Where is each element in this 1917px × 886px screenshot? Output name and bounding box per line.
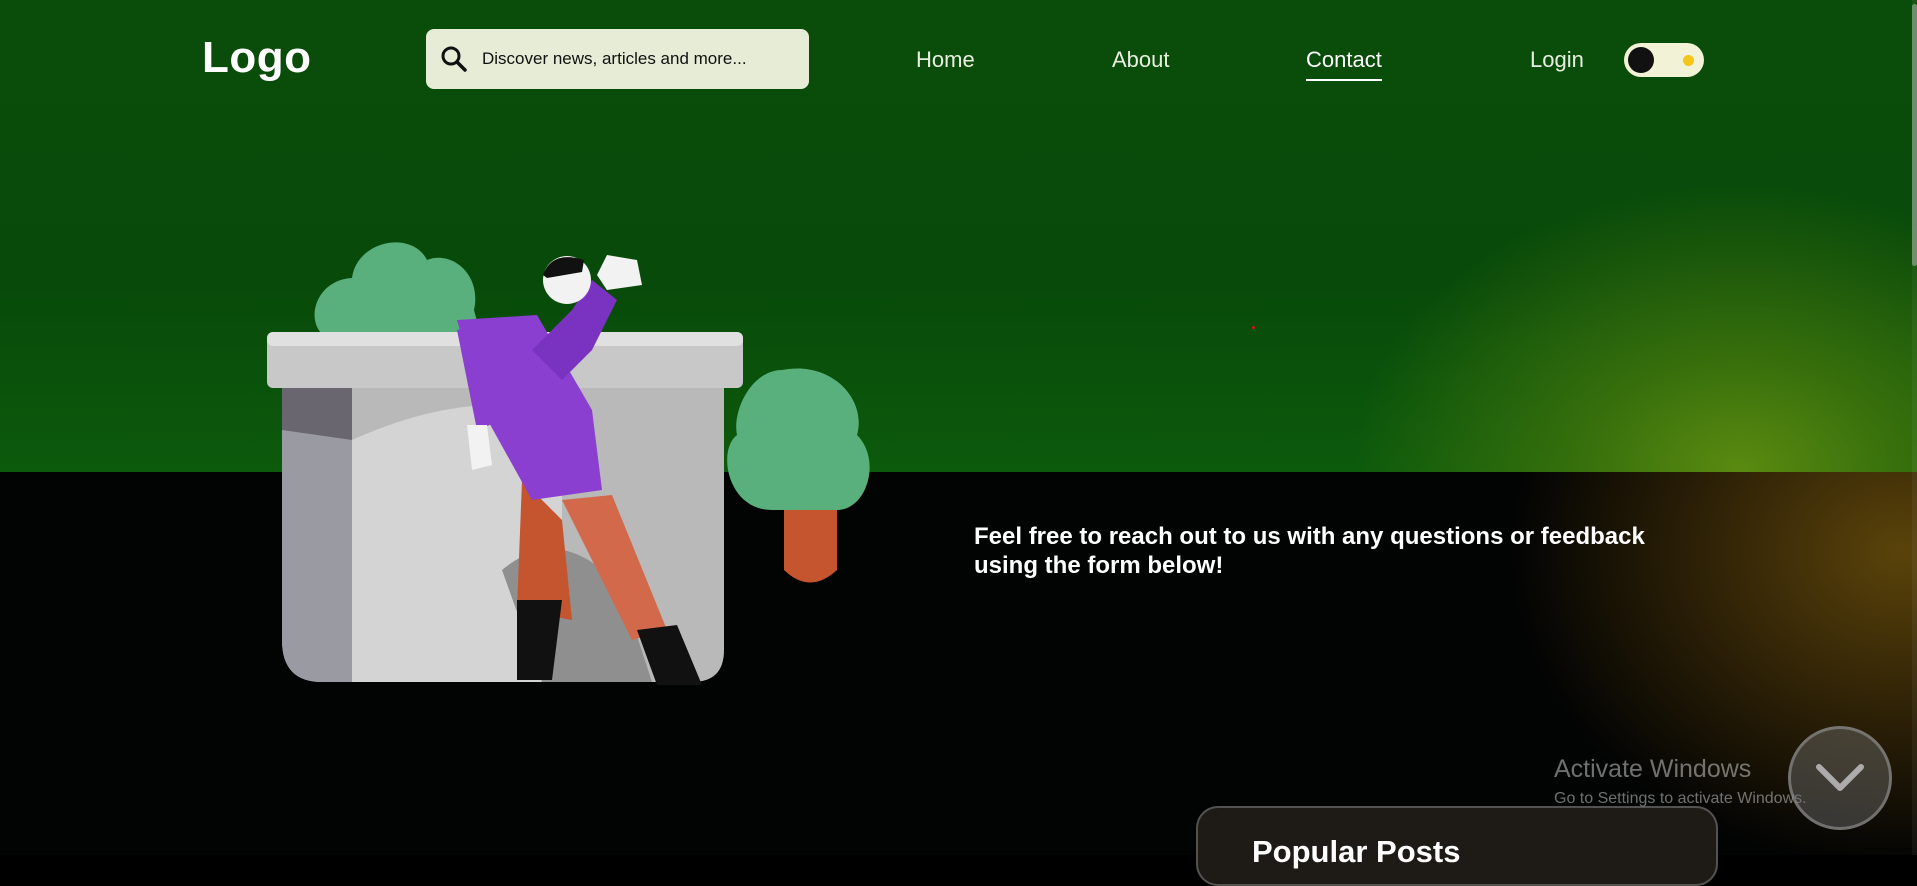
chevron-down-icon [1816,764,1864,791]
contact-intro-text: Feel free to reach out to us with any qu… [974,523,1645,579]
theme-toggle[interactable] [1624,43,1704,77]
scroll-down-button[interactable] [1788,726,1892,830]
popular-posts-title: Popular Posts [1252,834,1461,869]
search-icon[interactable] [440,44,470,74]
nav-contact[interactable]: Contact [1306,47,1382,81]
site-logo[interactable]: Logo [202,33,312,83]
watermark-title: Activate Windows [1554,755,1752,783]
watermark-subtitle: Go to Settings to activate Windows. [1554,790,1807,807]
nav-about[interactable]: About [1112,47,1170,73]
sun-icon [1683,55,1694,66]
search-input[interactable] [482,49,782,69]
popular-posts-card: Popular Posts [1196,806,1718,886]
person-leaning-illustration [267,242,870,685]
nav-login[interactable]: Login [1530,47,1584,73]
toggle-knob [1628,47,1654,73]
scrollbar-thumb[interactable] [1912,4,1917,266]
windows-activation-watermark: Activate Windows Go to Settings to activ… [1554,755,1807,808]
nav-home[interactable]: Home [916,47,975,73]
stray-dot [1252,326,1255,329]
search-bar[interactable] [426,29,809,89]
